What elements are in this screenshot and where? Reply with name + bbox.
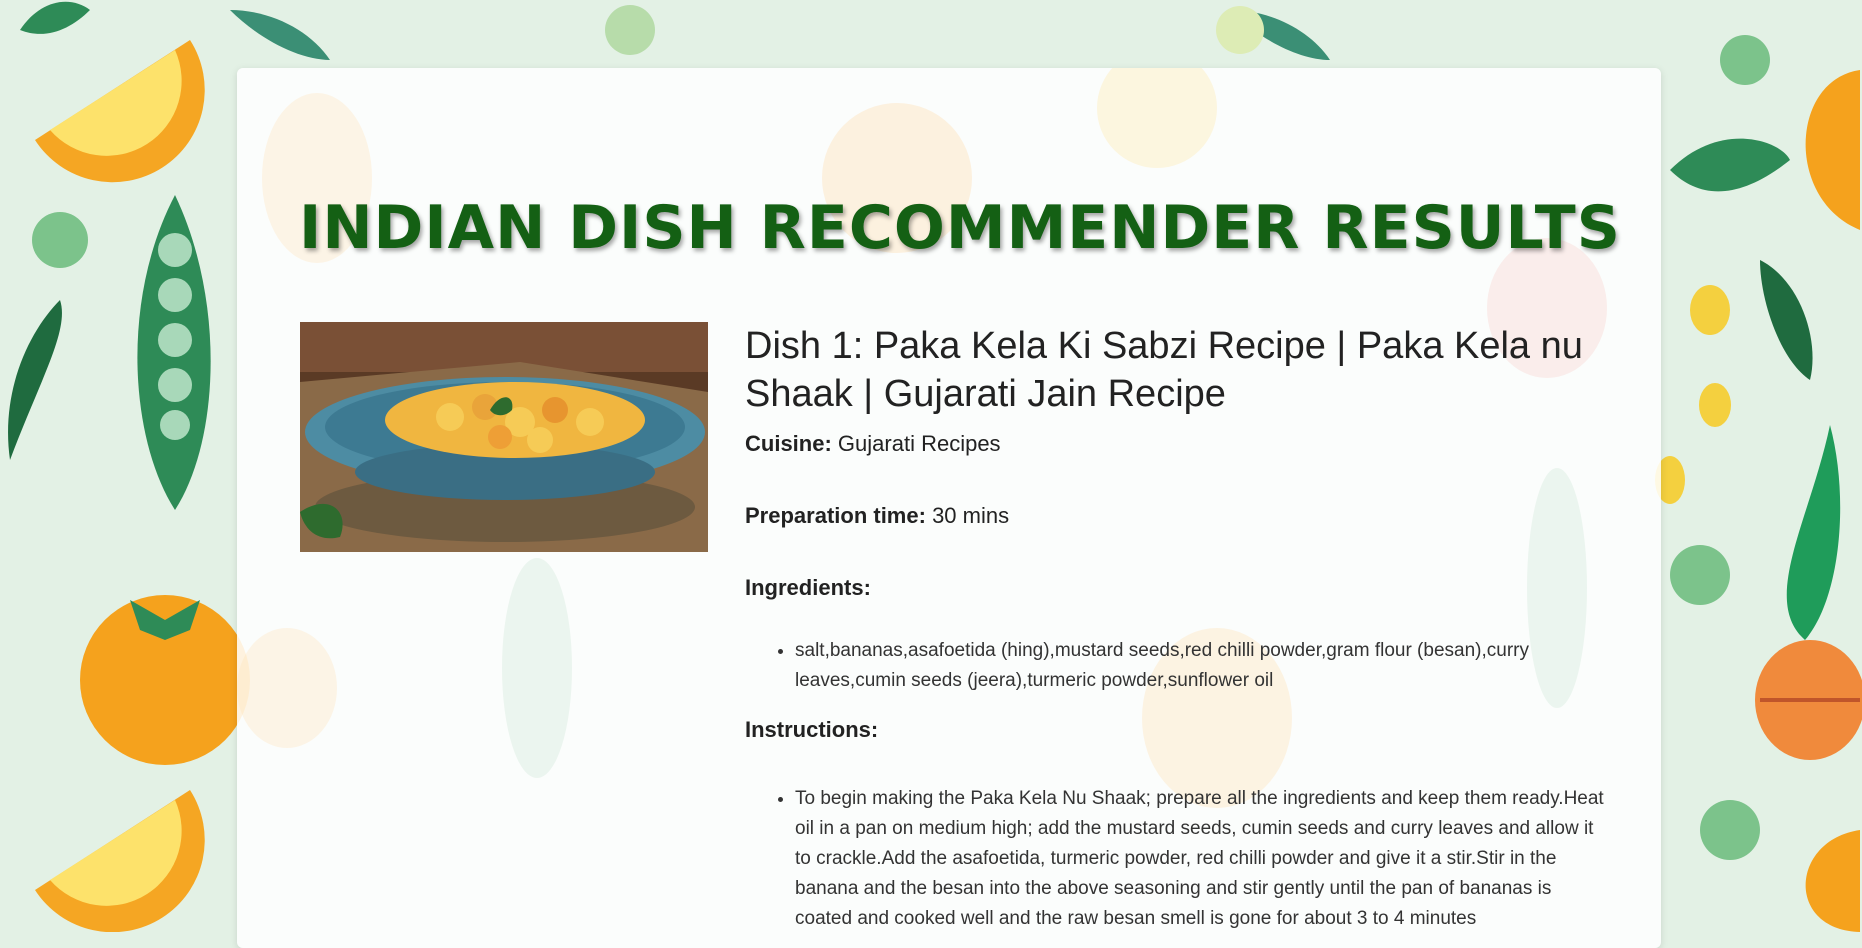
list-item: To begin making the Paka Kela Nu Shaak; …	[795, 784, 1605, 934]
results-card: INDIAN DISH RECOMMENDER RESULTS Dish 1: …	[237, 68, 1661, 948]
instructions-heading: Instructions:	[745, 717, 879, 742]
cuisine-value: Gujarati Recipes	[837, 431, 1001, 456]
dish-title: Dish 1: Paka Kela Ki Sabzi Recipe | Paka…	[745, 325, 1583, 415]
ingredients-list: salt,bananas,asafoetida (hing),mustard s…	[745, 636, 1605, 696]
page-title: INDIAN DISH RECOMMENDER RESULTS	[299, 193, 1621, 263]
cuisine-field: Cuisine: Gujarati Recipes	[745, 430, 1605, 458]
dish-image	[300, 322, 708, 552]
dish-details: Dish 1: Paka Kela Ki Sabzi Recipe | Paka…	[745, 322, 1605, 934]
instructions-list: To begin making the Paka Kela Nu Shaak; …	[745, 784, 1605, 934]
prep-time-field: Preparation time: 30 mins	[745, 502, 1605, 530]
ingredients-heading: Ingredients:	[745, 575, 871, 600]
prep-time-label: Preparation time:	[745, 503, 926, 528]
list-item: salt,bananas,asafoetida (hing),mustard s…	[795, 636, 1605, 696]
prep-time-value: 30 mins	[932, 503, 1010, 528]
cuisine-label: Cuisine:	[745, 431, 832, 456]
